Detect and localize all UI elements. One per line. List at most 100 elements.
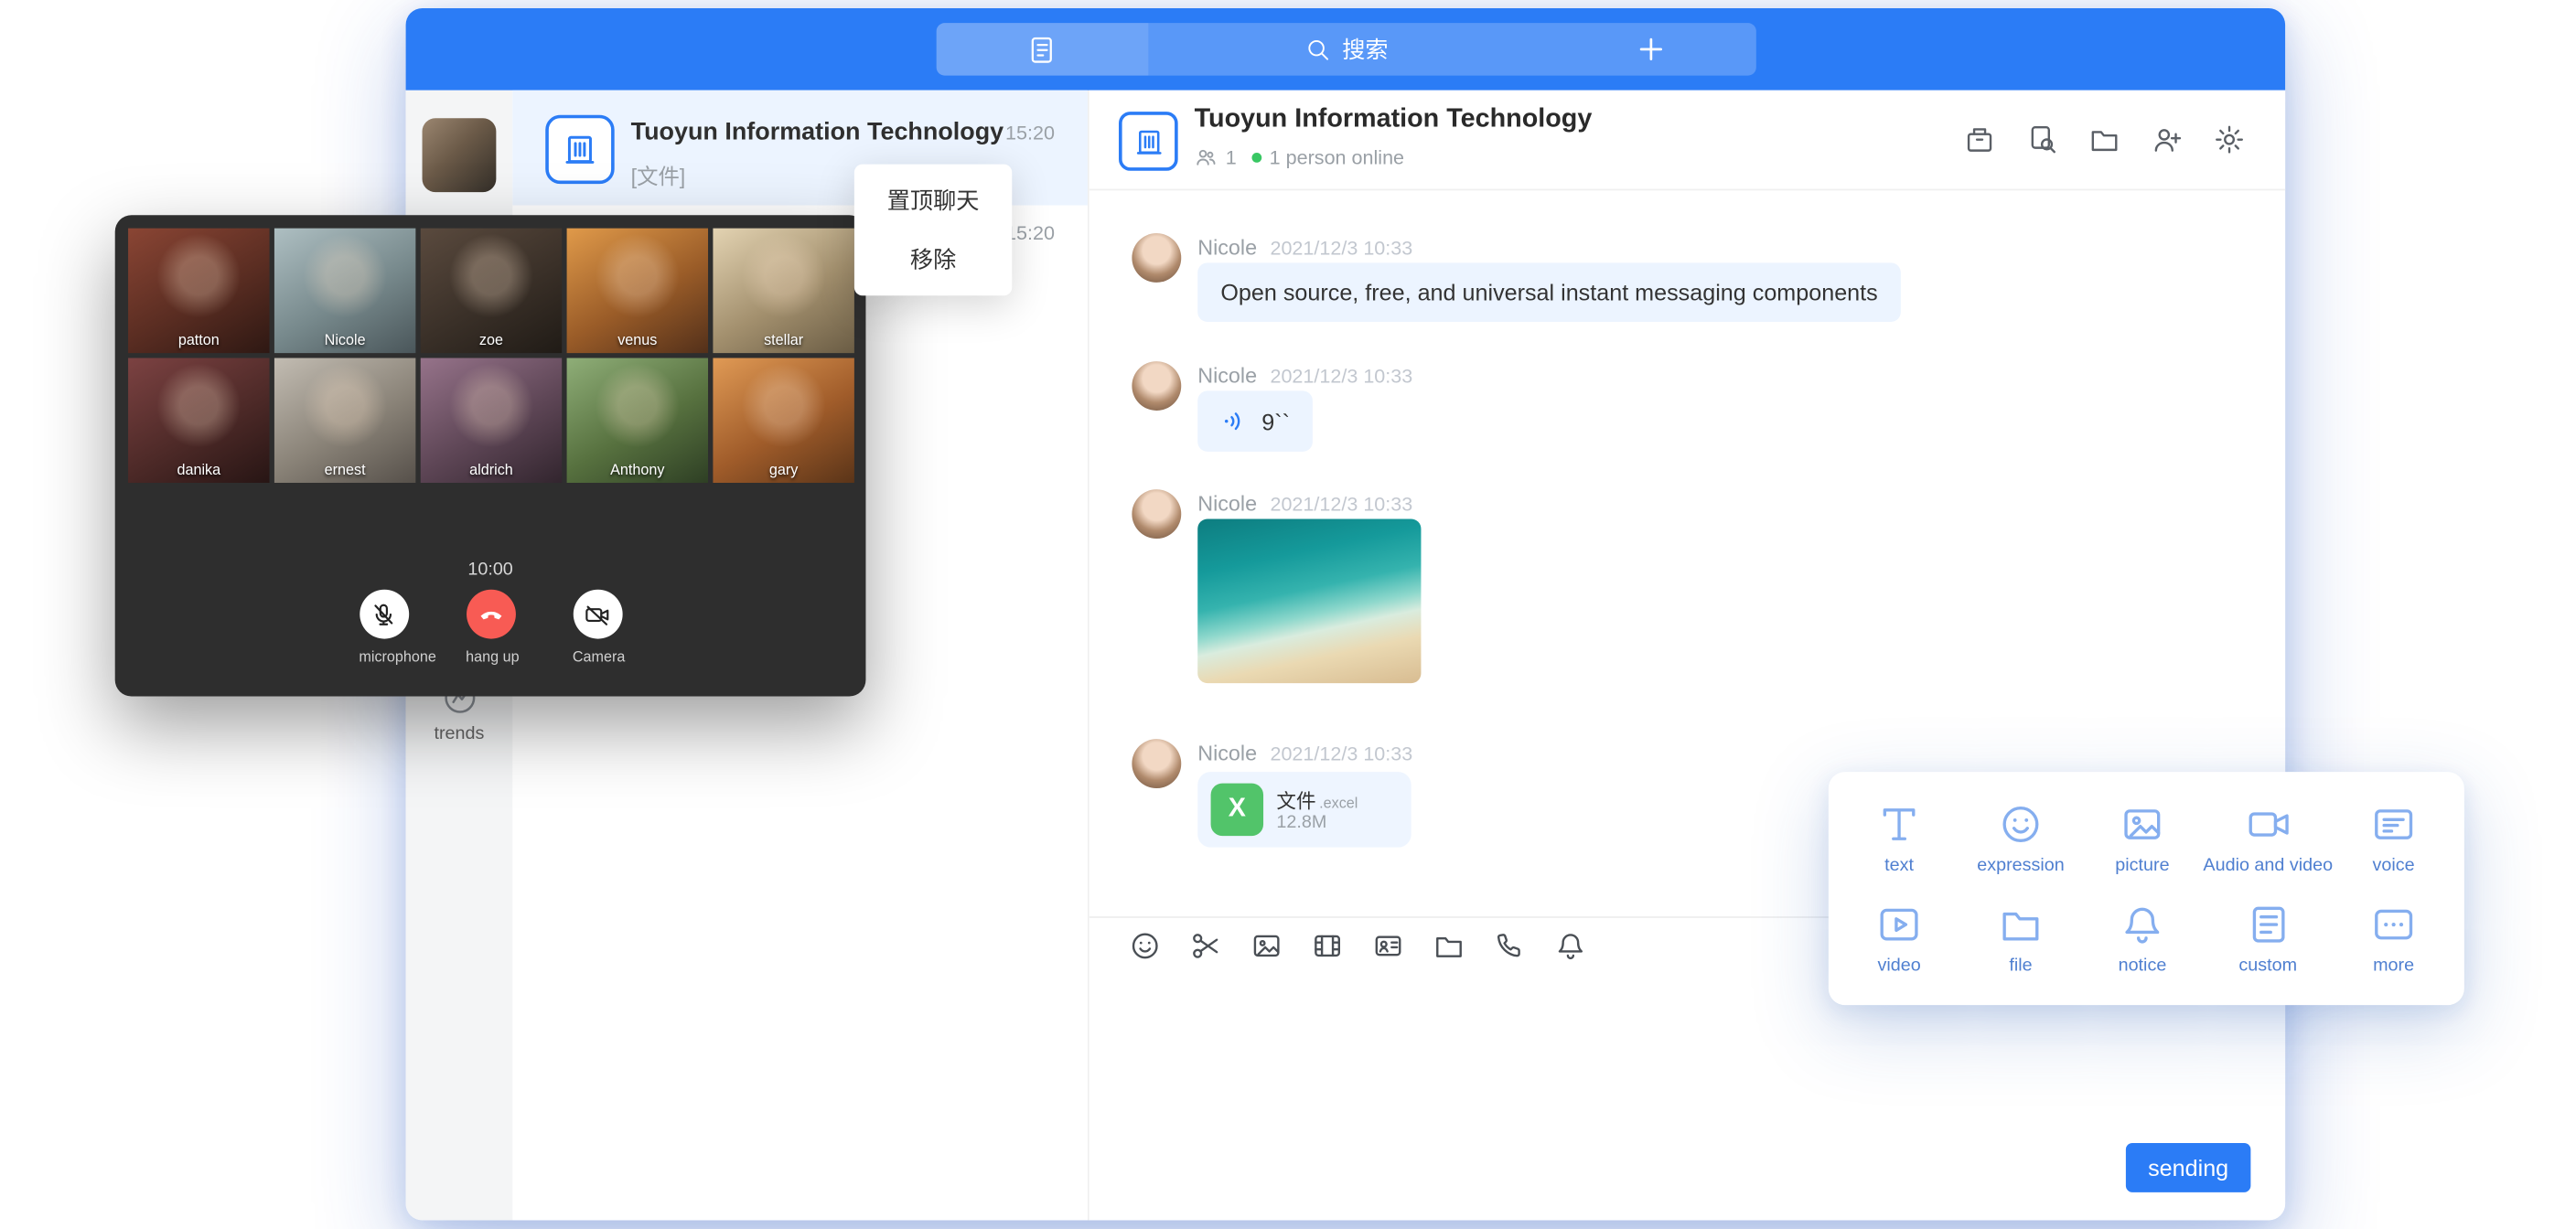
my-avatar[interactable] xyxy=(423,118,497,192)
conversation-time: 15:20 xyxy=(1005,122,1055,144)
author-name: Nicole xyxy=(1197,235,1257,260)
message-time: 2021/12/3 10:33 xyxy=(1270,237,1412,260)
film-icon[interactable] xyxy=(1311,929,1344,962)
phone-icon[interactable] xyxy=(1493,929,1526,962)
bell-icon[interactable] xyxy=(1554,929,1587,962)
participant-name: Nicole xyxy=(274,332,415,348)
popover-item-notice[interactable]: notice xyxy=(2081,889,2203,989)
building-icon xyxy=(562,132,598,168)
participant-tile: Anthony xyxy=(567,358,708,483)
menu-item-remove[interactable]: 移除 xyxy=(854,230,1012,289)
group-folder-icon[interactable] xyxy=(2088,123,2121,156)
search-history-icon[interactable] xyxy=(2025,123,2058,156)
message-meta: Nicole 2021/12/3 10:33 xyxy=(1197,741,1412,765)
voice-icon xyxy=(1220,407,1249,435)
file-folder-icon xyxy=(1998,902,2044,947)
message-meta: Nicole2021/12/3 10:33 xyxy=(1197,491,1412,516)
contact-card-icon[interactable] xyxy=(1372,929,1405,962)
popover-item-voice[interactable]: voice xyxy=(2333,788,2454,889)
conversation-preview: [文件] xyxy=(631,159,686,190)
avatar[interactable] xyxy=(1132,361,1181,411)
scissors-icon[interactable] xyxy=(1189,929,1222,962)
hang-up-button[interactable]: hang up xyxy=(466,590,515,666)
excel-icon: X xyxy=(1211,784,1263,836)
participant-grid: patton Nicole zoe venus stellar danika e… xyxy=(128,229,854,483)
message-time: 2021/12/3 10:33 xyxy=(1270,493,1412,516)
participant-tile: gary xyxy=(713,358,853,483)
participant-tile: danika xyxy=(128,358,269,483)
participant-name: danika xyxy=(128,462,269,478)
message-time: 2021/12/3 10:33 xyxy=(1270,743,1412,765)
custom-doc-icon xyxy=(2245,902,2291,947)
message-type-popover: text expression picture Audio and video … xyxy=(1829,772,2464,1005)
chat-subtitle: 1 1 person online xyxy=(1195,146,1404,169)
more-icon xyxy=(2370,902,2416,947)
file-name: 文件.excel xyxy=(1276,786,1358,815)
popover-item-video[interactable]: video xyxy=(1839,889,1960,989)
expression-icon xyxy=(1998,801,2044,847)
author-name: Nicole xyxy=(1197,741,1257,765)
popover-item-text[interactable]: text xyxy=(1839,788,1960,889)
file-size: 12.8M xyxy=(1276,813,1326,833)
participant-name: aldrich xyxy=(421,462,562,478)
participant-name: gary xyxy=(713,462,853,478)
microphone-label: microphone xyxy=(359,648,408,665)
chat-company-avatar xyxy=(1119,112,1178,171)
mic-off-icon xyxy=(370,600,398,628)
popover-item-audio-video[interactable]: Audio and video xyxy=(2203,788,2333,889)
popover-item-expression[interactable]: expression xyxy=(1960,788,2082,889)
context-menu: 置顶聊天 移除 xyxy=(854,165,1012,296)
avatar[interactable] xyxy=(1132,233,1181,283)
message-meta: Nicole2021/12/3 10:33 xyxy=(1197,363,1412,388)
online-text: 1 person online xyxy=(1270,146,1404,169)
company-avatar xyxy=(545,115,614,184)
participant-name: Anthony xyxy=(567,462,708,478)
text-icon xyxy=(1876,801,1922,847)
menu-item-pin-chat[interactable]: 置顶聊天 xyxy=(854,171,1012,230)
participant-tile: aldrich xyxy=(421,358,562,483)
emoji-icon[interactable] xyxy=(1129,929,1162,962)
avatar[interactable] xyxy=(1132,489,1181,539)
member-count: 1 xyxy=(1226,146,1237,169)
participant-name: ernest xyxy=(274,462,415,478)
folder-icon[interactable] xyxy=(1433,929,1465,962)
ballot-icon[interactable] xyxy=(1963,123,1996,156)
camera-off-icon xyxy=(584,600,612,628)
search-label: 搜索 xyxy=(1342,33,1388,66)
participant-tile: ernest xyxy=(274,358,415,483)
trends-label: trends xyxy=(406,724,513,744)
avatar[interactable] xyxy=(1132,739,1181,788)
participant-tile: patton xyxy=(128,229,269,353)
voice-message[interactable]: 9`` xyxy=(1197,390,1313,451)
members-icon xyxy=(1195,146,1218,169)
conversation-time: 15:20 xyxy=(1005,221,1055,244)
voice-lines-icon xyxy=(2370,801,2416,847)
popover-item-more[interactable]: more xyxy=(2333,889,2454,989)
send-button[interactable]: sending xyxy=(2126,1143,2250,1192)
add-button[interactable] xyxy=(1544,23,1756,75)
file-message[interactable]: X 文件.excel 12.8M xyxy=(1197,772,1411,848)
popover-item-picture[interactable]: picture xyxy=(2081,788,2203,889)
participant-tile: zoe xyxy=(421,229,562,353)
participant-name: venus xyxy=(567,332,708,348)
conversation-title: Tuoyun Information Technology xyxy=(631,118,1004,146)
settings-icon[interactable] xyxy=(2213,123,2246,156)
call-duration: 10:00 xyxy=(115,560,866,580)
video-call-overlay: patton Nicole zoe venus stellar danika e… xyxy=(115,215,866,696)
add-member-icon[interactable] xyxy=(2151,123,2184,156)
chat-header-actions xyxy=(1963,123,2246,156)
note-icon xyxy=(1026,34,1057,65)
microphone-button[interactable]: microphone xyxy=(359,590,408,666)
popover-item-file[interactable]: file xyxy=(1960,889,2082,989)
image-icon[interactable] xyxy=(1250,929,1283,962)
picture-icon xyxy=(2120,801,2165,847)
search-icon xyxy=(1304,37,1331,63)
video-play-icon xyxy=(1876,902,1922,947)
image-message[interactable] xyxy=(1197,519,1421,684)
create-note-button[interactable] xyxy=(937,23,1149,75)
online-dot xyxy=(1251,153,1261,163)
camera-button[interactable]: Camera xyxy=(573,590,622,666)
popover-item-custom[interactable]: custom xyxy=(2203,889,2333,989)
chat-panel: Tuoyun Information Technology 1 1 person… xyxy=(1088,91,2285,1221)
search-input[interactable]: 搜索 xyxy=(1148,23,1544,75)
